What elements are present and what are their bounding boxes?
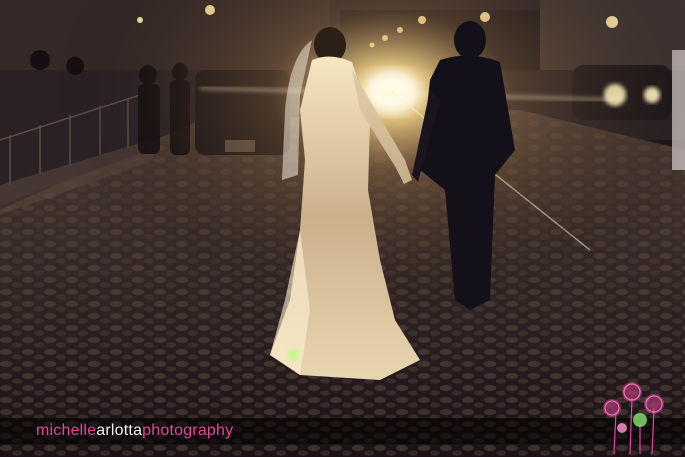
photo-scene [0,0,685,457]
photographer-watermark: michelle arlotta photography [36,422,233,442]
wedding-photo: michelle arlotta photography [0,0,685,457]
flower-logo-icon [603,382,664,454]
watermark-first-name: michelle [36,422,97,439]
watermark-photography: photography [142,422,234,439]
watermark-last-name: arlotta [96,422,143,439]
